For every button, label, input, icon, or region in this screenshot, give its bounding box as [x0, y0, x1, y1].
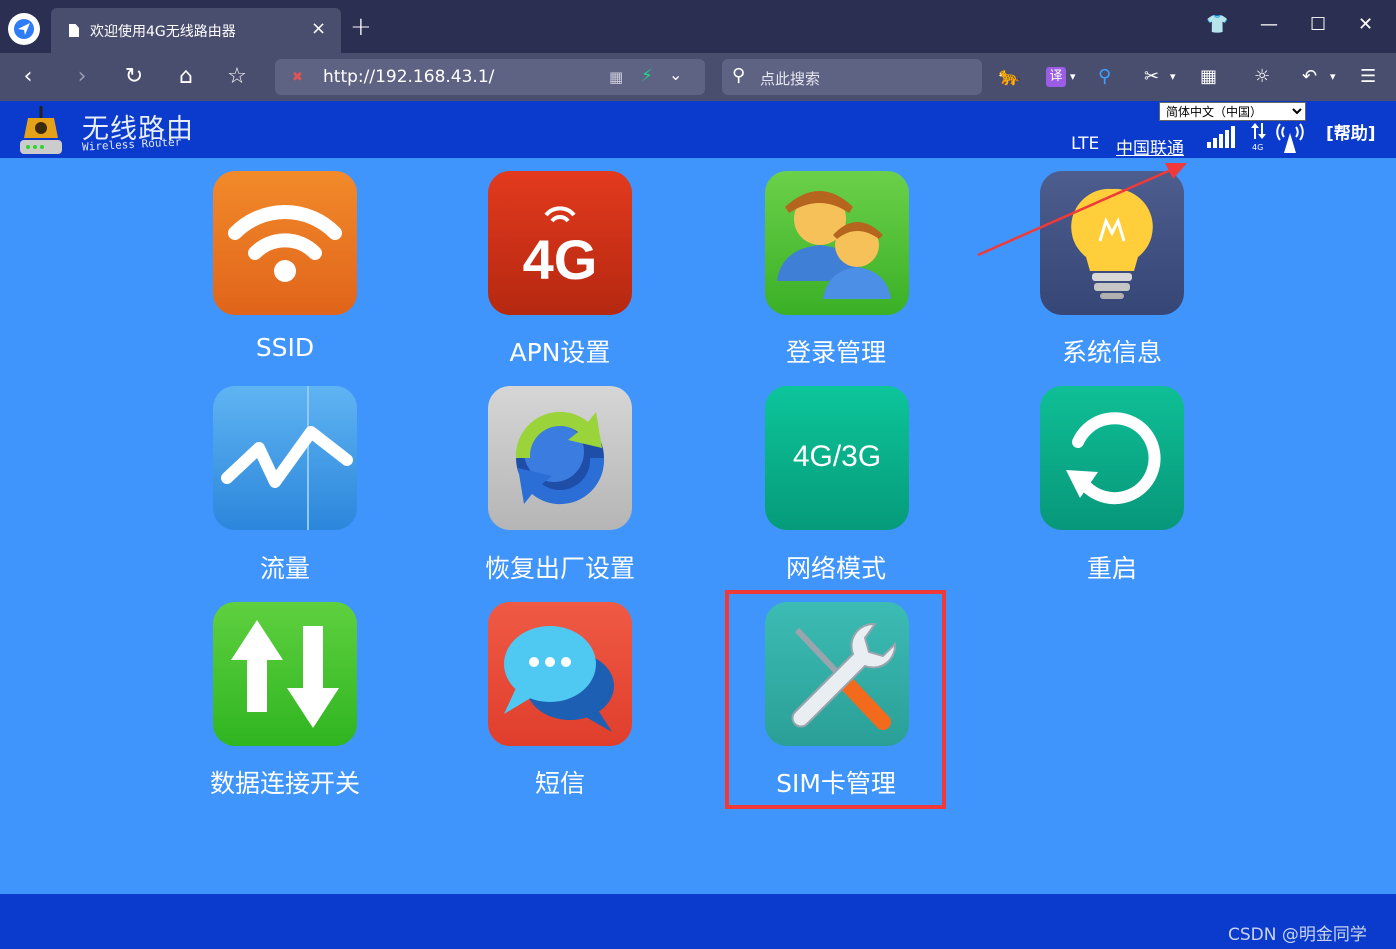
traffic-chart-icon	[221, 386, 353, 530]
tile-apn[interactable]: 4G	[488, 171, 632, 315]
data-type-label: 4G	[1252, 143, 1263, 151]
tile-data-switch[interactable]	[213, 602, 357, 746]
tile-label-ssid[interactable]: SSID	[155, 333, 415, 362]
back-icon[interactable]: ‹	[14, 63, 42, 91]
search-input[interactable]: 点此搜索	[760, 68, 820, 89]
tile-label-data-switch[interactable]: 数据连接开关	[155, 764, 415, 800]
undo-dropdown-icon[interactable]: ▾	[1330, 65, 1336, 89]
tile-factory-reset[interactable]	[488, 386, 632, 530]
maximize-button[interactable]: ☐	[1310, 14, 1326, 36]
translate-dropdown-icon[interactable]: ▾	[1070, 65, 1076, 89]
home-icon[interactable]: ⌂	[172, 63, 200, 91]
browser-tab[interactable]: 欢迎使用4G无线路由器 ×	[51, 8, 341, 53]
router-footer: CSDN @明金同学	[0, 894, 1396, 949]
brightness-icon[interactable]: ☼	[1254, 65, 1270, 89]
scissors-dropdown-icon[interactable]: ▾	[1170, 65, 1176, 89]
search-box[interactable]: ⚲ 点此搜索	[722, 59, 982, 95]
tile-label-traffic[interactable]: 流量	[155, 549, 415, 585]
qr-code-icon[interactable]: ▦	[609, 68, 623, 86]
network-type: LTE	[1071, 134, 1100, 154]
menu-icon[interactable]: ☰	[1360, 65, 1376, 89]
4g-icon: 4G	[523, 206, 598, 291]
url-text[interactable]: http://192.168.43.1/	[323, 67, 494, 87]
restore-icon	[515, 411, 605, 505]
highlight-annotation-box	[725, 590, 946, 809]
tab-title: 欢迎使用4G无线路由器	[90, 24, 236, 40]
screenshot-scissors-icon[interactable]: ✂	[1144, 65, 1159, 89]
tile-label-sms[interactable]: 短信	[430, 764, 690, 800]
search-icon: ⚲	[732, 65, 746, 86]
refresh-icon[interactable]: ↻	[120, 63, 148, 91]
skin-icon[interactable]: 👕	[1206, 14, 1228, 36]
network-mode-text: 4G/3G	[793, 440, 881, 473]
signal-strength-icon	[1207, 126, 1235, 148]
wifi-icon	[228, 204, 342, 282]
browser-logo-icon[interactable]	[8, 13, 40, 45]
help-link[interactable]: [帮助]	[1326, 119, 1376, 144]
browser-titlebar: 欢迎使用4G无线路由器 × + 👕 — ☐ ✕	[0, 0, 1396, 53]
data-transfer-icon: 4G	[1251, 123, 1266, 151]
data-switch-icon	[231, 620, 339, 728]
extension-cat-icon[interactable]: 🐆	[998, 65, 1020, 89]
tile-ssid[interactable]	[213, 171, 357, 315]
sms-icon	[504, 626, 614, 732]
reboot-icon	[1066, 412, 1161, 505]
router-header: 无线路由 Wireless Router 简体中文（中国） LTE 中国联通 4…	[0, 101, 1396, 159]
tile-label-factory-reset[interactable]: 恢复出厂设置	[430, 549, 690, 585]
tile-traffic[interactable]	[213, 386, 357, 530]
browser-toolbar: ‹ › ↻ ⌂ ☆ ✖ http://192.168.43.1/ ▦ ⚡ ⌄ ⚲…	[0, 53, 1396, 101]
close-window-button[interactable]: ✕	[1358, 14, 1373, 36]
chevron-down-icon[interactable]: ⌄	[669, 65, 682, 84]
network-mode-icon: 4G/3G	[793, 440, 881, 473]
forward-icon[interactable]: ›	[68, 63, 96, 91]
tile-reboot[interactable]	[1040, 386, 1184, 530]
new-tab-button[interactable]: +	[350, 14, 372, 40]
insecure-site-icon[interactable]: ✖	[292, 70, 303, 85]
watermark-text: CSDN @明金同学	[1228, 925, 1367, 945]
tile-label-login[interactable]: 登录管理	[706, 333, 966, 369]
address-bar[interactable]: ✖ http://192.168.43.1/ ▦ ⚡ ⌄	[275, 59, 705, 95]
minimize-button[interactable]: —	[1260, 14, 1278, 36]
users-icon	[777, 191, 891, 299]
tile-label-network-mode[interactable]: 网络模式	[706, 549, 966, 585]
apps-grid-icon[interactable]: ▦	[1200, 65, 1217, 89]
tab-close-button[interactable]: ×	[311, 20, 326, 38]
bookmark-star-icon[interactable]: ☆	[223, 63, 251, 91]
translate-icon[interactable]: 译	[1046, 67, 1066, 87]
speed-mode-icon[interactable]: ⚡	[641, 66, 653, 86]
tile-label-system-info[interactable]: 系统信息	[982, 333, 1242, 369]
undo-icon[interactable]: ↶	[1302, 65, 1317, 89]
tile-login[interactable]	[765, 171, 909, 315]
router-logo-icon	[20, 106, 62, 154]
tile-label-apn[interactable]: APN设置	[430, 333, 690, 369]
document-icon	[69, 24, 79, 37]
tile-label-reboot[interactable]: 重启	[982, 549, 1242, 585]
tile-sms[interactable]	[488, 602, 632, 746]
language-select[interactable]: 简体中文（中国）	[1159, 102, 1306, 121]
4g-text: 4G	[523, 228, 598, 291]
wifi-tower-icon	[1276, 123, 1304, 153]
annotation-arrow-icon	[977, 163, 1187, 257]
tile-network-mode[interactable]: 4G/3G	[765, 386, 909, 530]
find-icon[interactable]: ⚲	[1098, 65, 1111, 89]
